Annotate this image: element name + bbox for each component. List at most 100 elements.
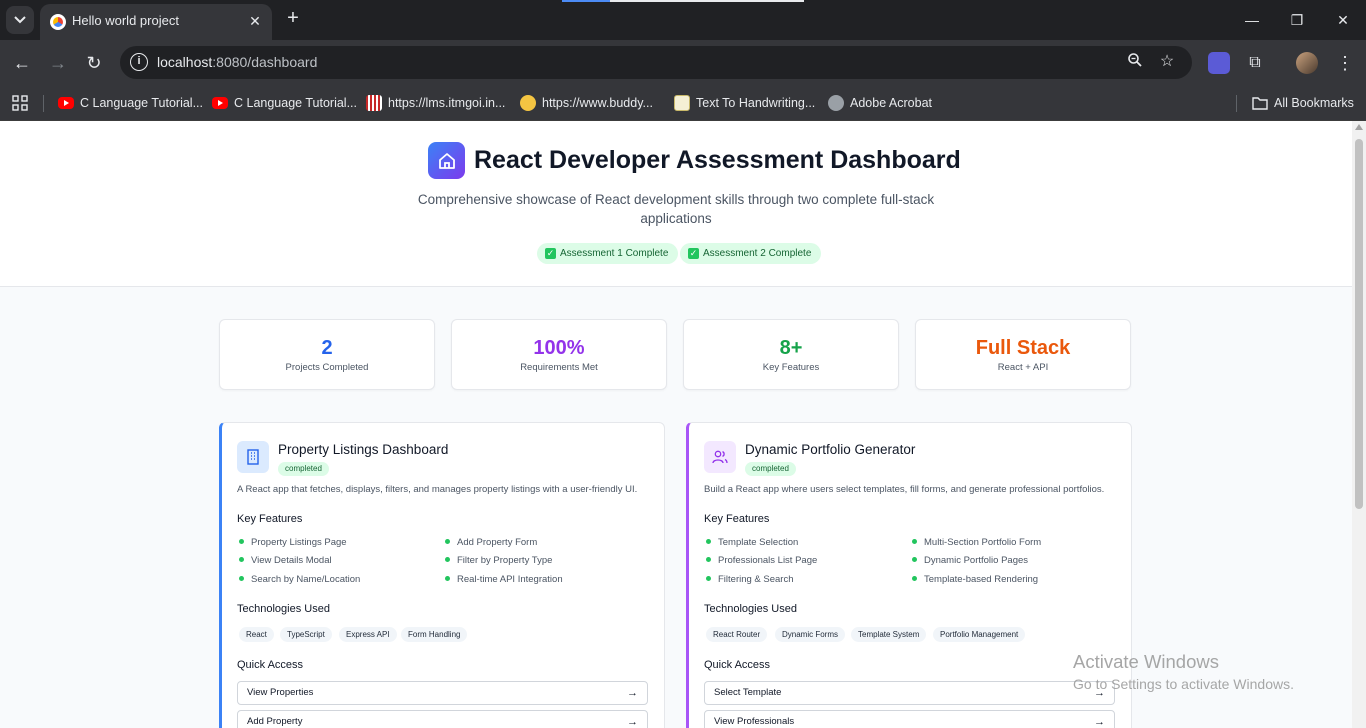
watermark-title: Activate Windows [1073, 651, 1219, 672]
minimize-button[interactable]: — [1240, 8, 1264, 32]
checkmark-icon: ✓ [688, 248, 699, 259]
forward-icon[interactable]: → [46, 51, 70, 75]
tab-favicon-icon [50, 14, 66, 30]
feature-item: Real-time API Integration [445, 574, 563, 585]
feature-item: Professionals List Page [706, 555, 817, 566]
project-description: A React app that fetches, displays, filt… [237, 484, 638, 495]
status-badge: ✓ Assessment 1 Complete [537, 243, 679, 264]
extensions-puzzle-icon[interactable]: ⧉ [1244, 52, 1266, 74]
add-property-button[interactable]: Add Property → [237, 710, 648, 728]
browser-toolbar: ← → ↻ i localhost:8080/dashboard ☆ ⧉ ⋮ [0, 40, 1366, 86]
notepad-icon [674, 95, 690, 111]
technologies-heading: Technologies Used [704, 603, 797, 615]
bookmark-item[interactable]: https://lms.itmgoi.in... [366, 94, 505, 112]
site-info-icon[interactable]: i [130, 53, 148, 71]
quick-access-heading: Quick Access [704, 659, 771, 671]
loading-indicator [562, 0, 610, 2]
youtube-icon [58, 97, 74, 109]
buddy-icon [520, 95, 536, 111]
bookmark-label: Adobe Acrobat [850, 96, 933, 110]
page-scrollbar[interactable] [1352, 121, 1366, 728]
bookmark-item[interactable]: Text To Handwriting... [674, 94, 815, 112]
stat-label: React + API [997, 362, 1049, 373]
browser-tab-bar: Hello world project ✕ + — ❐ ✕ [0, 0, 1366, 40]
bookmarks-divider [1236, 95, 1237, 112]
menu-dots-icon[interactable]: ⋮ [1334, 52, 1356, 74]
quick-access-heading: Quick Access [237, 659, 304, 671]
page-subtitle: Comprehensive showcase of React developm… [417, 192, 935, 226]
reload-icon[interactable]: ↻ [82, 51, 106, 75]
checkmark-icon: ✓ [545, 248, 556, 259]
bookmark-item[interactable]: C Language Tutorial... [212, 94, 357, 112]
activate-windows-watermark: Activate Windows Go to Settings to activ… [1073, 651, 1294, 692]
page-viewport: React Developer Assessment Dashboard Com… [0, 121, 1352, 728]
arrow-right-icon: → [1094, 716, 1105, 728]
browser-tab[interactable]: Hello world project ✕ [40, 4, 272, 40]
feature-item: Multi-Section Portfolio Form [912, 537, 1041, 548]
select-template-button[interactable]: Select Template → [704, 681, 1115, 705]
address-bar[interactable]: i localhost:8080/dashboard ☆ [120, 46, 1192, 79]
profile-avatar[interactable] [1296, 52, 1318, 74]
stat-card: 8+ Key Features [683, 319, 899, 390]
bookmark-label: Text To Handwriting... [696, 96, 816, 110]
technologies-heading: Technologies Used [237, 603, 330, 615]
bookmark-item[interactable]: C Language Tutorial... [58, 94, 203, 112]
project-card-portfolio-generator: Dynamic Portfolio Generator completed Bu… [686, 422, 1132, 728]
project-card-property-listings: Property Listings Dashboard completed A … [219, 422, 665, 728]
features-heading: Key Features [237, 513, 303, 525]
feature-item: View Details Modal [239, 555, 332, 566]
view-properties-button[interactable]: View Properties → [237, 681, 648, 705]
feature-item: Template-based Rendering [912, 574, 1038, 585]
stat-value: 2 [321, 337, 333, 359]
features-heading: Key Features [704, 513, 770, 525]
scroll-up-icon[interactable] [1355, 124, 1363, 130]
scrollbar-thumb[interactable] [1355, 139, 1363, 509]
restore-button[interactable]: ❐ [1285, 8, 1309, 32]
new-tab-button[interactable]: + [282, 8, 304, 30]
zoom-icon[interactable] [1125, 52, 1145, 72]
stat-card: 100% Requirements Met [451, 319, 667, 390]
apps-grid-icon[interactable] [12, 94, 28, 112]
bookmark-star-icon[interactable]: ☆ [1157, 52, 1177, 72]
globe-icon [828, 95, 844, 111]
tab-title: Hello world project [72, 13, 179, 28]
stat-card: 2 Projects Completed [219, 319, 435, 390]
back-icon[interactable]: ← [10, 51, 34, 75]
tech-tag: Portfolio Management [933, 627, 1026, 642]
page-title: React Developer Assessment Dashboard [474, 146, 961, 174]
stat-value: 8+ [779, 337, 803, 359]
loading-indicator-track [610, 0, 804, 2]
bookmark-item[interactable]: Adobe Acrobat [828, 94, 932, 112]
bookmark-item[interactable]: https://www.buddy... [520, 94, 653, 112]
close-window-button[interactable]: ✕ [1331, 8, 1355, 32]
tech-tag: React [239, 627, 274, 642]
all-bookmarks-button[interactable]: All Bookmarks [1252, 94, 1354, 112]
home-icon [428, 142, 465, 179]
stat-label: Projects Completed [285, 362, 369, 373]
url-text[interactable]: localhost:8080/dashboard [157, 54, 317, 70]
stat-card: Full Stack React + API [915, 319, 1131, 390]
tech-tag: Template System [851, 627, 927, 642]
youtube-icon [212, 97, 228, 109]
feature-item: Add Property Form [445, 537, 537, 548]
project-title: Dynamic Portfolio Generator [745, 442, 916, 457]
stat-value: Full Stack [975, 337, 1071, 359]
users-icon [704, 441, 736, 473]
status-badge: ✓ Assessment 2 Complete [680, 243, 822, 264]
view-professionals-button[interactable]: View Professionals → [704, 710, 1115, 728]
feature-item: Search by Name/Location [239, 574, 360, 585]
chevron-down-icon [14, 16, 26, 24]
project-description: Build a React app where users select tem… [704, 484, 1105, 495]
close-tab-icon[interactable]: ✕ [246, 12, 264, 30]
bookmarks-bar: C Language Tutorial... C Language Tutori… [0, 86, 1366, 121]
bookmark-label: C Language Tutorial... [234, 96, 357, 110]
building-icon [237, 441, 269, 473]
tab-search-button[interactable] [6, 6, 34, 34]
extension-icon[interactable] [1208, 52, 1230, 74]
feature-item: Dynamic Portfolio Pages [912, 555, 1028, 566]
tech-tag: TypeScript [280, 627, 332, 642]
bookmarks-divider [43, 95, 44, 112]
tech-tag: Form Handling [401, 627, 468, 642]
tech-tag: Dynamic Forms [775, 627, 846, 642]
bookmark-label: https://www.buddy... [542, 96, 653, 110]
